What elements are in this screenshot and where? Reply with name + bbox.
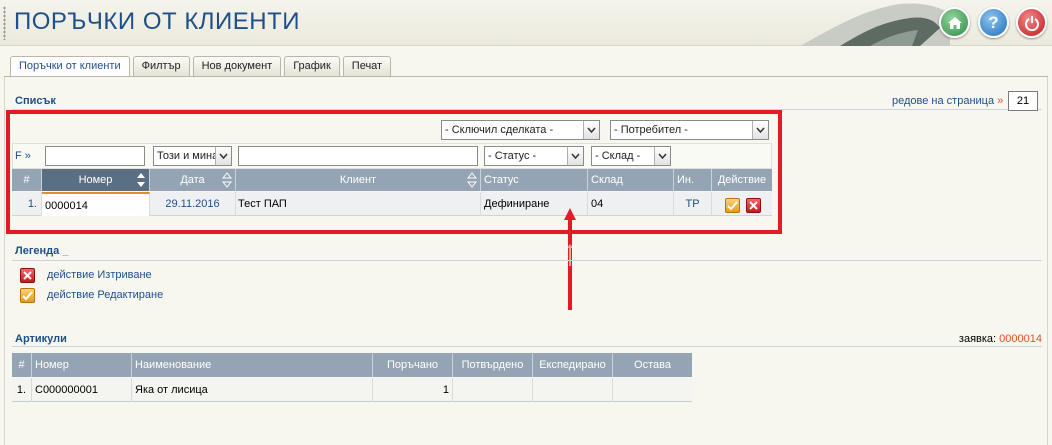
acol-index: # bbox=[12, 353, 32, 377]
arrow-up-icon bbox=[564, 208, 576, 310]
list-section-title: Списък bbox=[15, 95, 56, 107]
page-title: ПОРЪЧКИ ОТ КЛИЕНТИ bbox=[14, 8, 301, 35]
legend-delete-label: действие Изтриване bbox=[47, 269, 152, 281]
acol-ordered: Поръчано bbox=[373, 353, 453, 377]
rows-per-page-label: редове на страница » bbox=[892, 95, 1003, 107]
arow-number: C000000001 bbox=[32, 378, 132, 402]
tab-schedule[interactable]: График bbox=[284, 56, 340, 76]
arow-confirmed bbox=[453, 378, 533, 402]
tab-filter[interactable]: Филтър bbox=[132, 56, 190, 76]
edit-icon bbox=[20, 288, 35, 303]
arow-index: 1. bbox=[12, 378, 32, 402]
acol-remaining: Остава bbox=[634, 359, 671, 371]
legend-title-text: Легенда bbox=[15, 245, 60, 257]
articles-separator bbox=[12, 346, 1042, 347]
arow-ordered: 1 bbox=[373, 378, 453, 402]
order-label: заявка: bbox=[958, 333, 997, 345]
legend-edit-label: действие Редактиране bbox=[47, 289, 164, 301]
help-button[interactable]: ? bbox=[978, 7, 1009, 38]
acol-name: Наименование bbox=[132, 353, 373, 377]
order-link[interactable]: 0000014 bbox=[999, 333, 1042, 345]
home-button[interactable] bbox=[939, 7, 970, 38]
power-icon bbox=[1024, 15, 1039, 31]
acol-number: Номер bbox=[32, 353, 132, 377]
legend-title: Легенда _ bbox=[15, 245, 68, 257]
rows-per-page-input[interactable]: 21 bbox=[1008, 91, 1038, 111]
order-reference: заявка: 0000014 bbox=[959, 333, 1042, 345]
tab-print[interactable]: Печат bbox=[342, 56, 392, 76]
highlight-box bbox=[6, 110, 782, 234]
arow-shipped bbox=[533, 378, 613, 402]
legend-separator bbox=[12, 260, 1042, 261]
articles-title: Артикули bbox=[15, 333, 67, 345]
tab-new-document[interactable]: Нов документ bbox=[192, 56, 282, 76]
acol-shipped: Експедирано bbox=[533, 353, 613, 377]
arow-name: Яка от лисица bbox=[132, 378, 373, 402]
acol-confirmed: Потвърдено bbox=[453, 353, 533, 377]
rows-per-page-text: редове на страница bbox=[892, 95, 995, 107]
tab-bar: Поръчки от клиенти Филтър Нов документ Г… bbox=[10, 56, 394, 77]
delete-icon bbox=[20, 268, 35, 283]
help-icon: ? bbox=[988, 12, 999, 32]
rows-per-page-arrow: » bbox=[997, 95, 1004, 107]
app-header: ПОРЪЧКИ ОТ КЛИЕНТИ ? bbox=[0, 0, 1052, 46]
legend-toggle[interactable]: _ bbox=[62, 245, 68, 257]
eagle-banner-image bbox=[800, 3, 950, 46]
logout-button[interactable] bbox=[1016, 7, 1047, 38]
home-icon bbox=[947, 16, 962, 29]
tab-customer-orders[interactable]: Поръчки от клиенти bbox=[10, 56, 130, 77]
grip-handle bbox=[3, 6, 6, 40]
arow-remaining bbox=[613, 378, 692, 402]
